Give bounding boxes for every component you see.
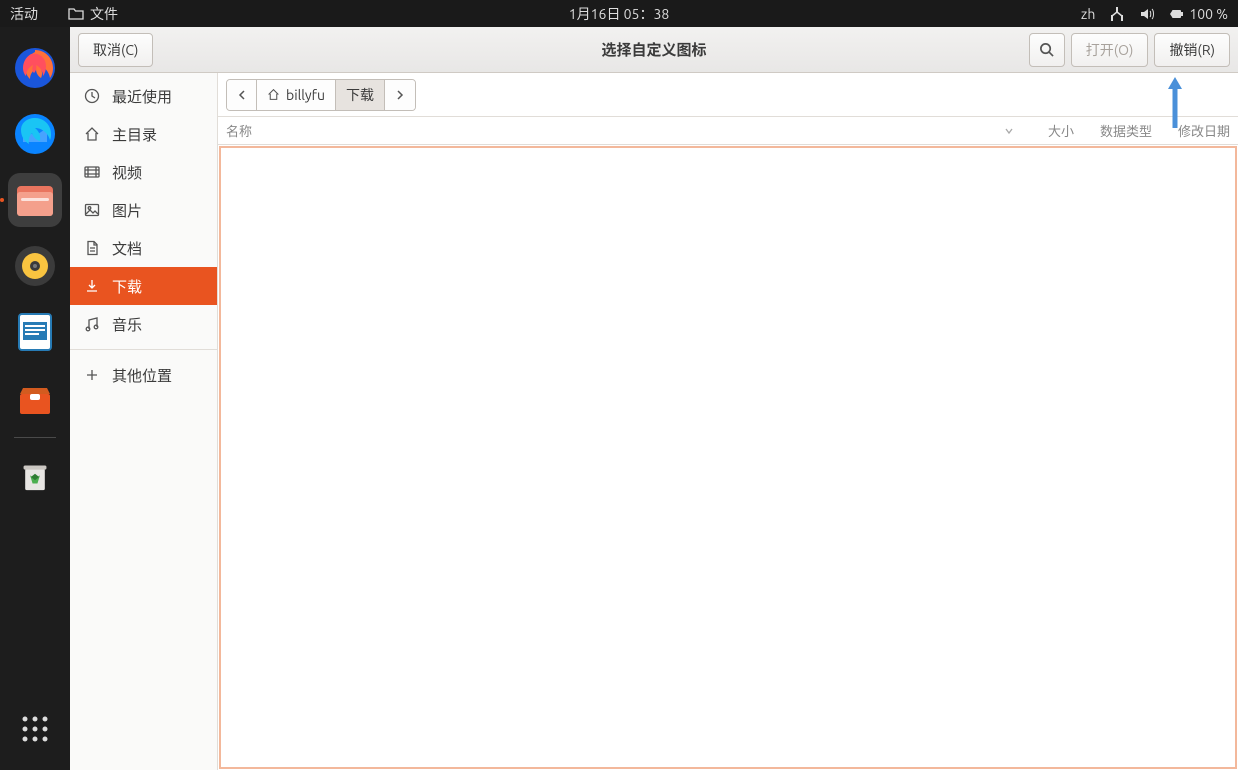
dialog-title: 选择自定义图标 <box>601 39 706 60</box>
main-pane: billyfu 下载 名称 大小 数据类型 修改日期 <box>218 73 1238 770</box>
home-icon <box>84 126 100 142</box>
column-date[interactable]: 修改日期 <box>1160 121 1230 140</box>
sidebar-item-videos[interactable]: 视频 <box>70 153 217 191</box>
video-icon <box>84 164 100 180</box>
dialog-header: 取消(C) 选择自定义图标 打开(O) 撤销(R) <box>70 27 1238 73</box>
sidebar-item-label: 音乐 <box>112 314 142 335</box>
sidebar-item-label: 视频 <box>112 162 142 183</box>
battery-icon <box>1169 6 1185 22</box>
path-current[interactable]: 下载 <box>336 80 385 110</box>
cancel-button[interactable]: 取消(C) <box>78 33 153 67</box>
sidebar-item-other[interactable]: 其他位置 <box>70 356 217 394</box>
sidebar-item-label: 文档 <box>112 238 142 259</box>
dock-separator <box>14 437 56 438</box>
app-menu-label: 文件 <box>90 4 118 24</box>
app-menu[interactable]: 文件 <box>68 4 118 24</box>
document-icon <box>84 240 100 256</box>
volume-icon[interactable] <box>1139 6 1155 22</box>
sidebar-item-label: 其他位置 <box>112 365 172 386</box>
sidebar-item-music[interactable]: 音乐 <box>70 305 217 343</box>
path-forward[interactable] <box>385 80 415 110</box>
sidebar-item-pictures[interactable]: 图片 <box>70 191 217 229</box>
path-back[interactable] <box>227 80 257 110</box>
folder-icon <box>68 6 84 22</box>
dock-firefox[interactable] <box>8 41 62 95</box>
file-chooser-dialog: 取消(C) 选择自定义图标 打开(O) 撤销(R) 最近使用 主目录 视频 <box>70 27 1238 770</box>
activities-button[interactable]: 活动 <box>10 4 38 24</box>
sidebar-item-recent[interactable]: 最近使用 <box>70 77 217 115</box>
path-group: billyfu 下载 <box>226 79 416 111</box>
path-home[interactable]: billyfu <box>257 80 336 110</box>
file-list-empty[interactable] <box>219 146 1237 769</box>
column-type[interactable]: 数据类型 <box>1082 121 1152 140</box>
sidebar-item-label: 主目录 <box>112 124 157 145</box>
battery-indicator[interactable]: 100 % <box>1169 6 1228 22</box>
column-size[interactable]: 大小 <box>1024 121 1074 140</box>
dock-thunderbird[interactable] <box>8 107 62 161</box>
battery-percent: 100 % <box>1189 6 1228 22</box>
plus-icon <box>84 367 100 383</box>
sort-desc-icon <box>1004 126 1014 136</box>
open-button[interactable]: 打开(O) <box>1071 33 1149 67</box>
column-name[interactable]: 名称 <box>226 121 1024 140</box>
dock-rhythmbox[interactable] <box>8 239 62 293</box>
sidebar-item-documents[interactable]: 文档 <box>70 229 217 267</box>
clock[interactable]: 1月16日 05：38 <box>569 4 669 24</box>
revert-button[interactable]: 撤销(R) <box>1154 33 1230 67</box>
sidebar-item-label: 下载 <box>112 276 142 297</box>
search-icon <box>1039 42 1054 57</box>
sidebar-item-downloads[interactable]: 下载 <box>70 267 217 305</box>
network-icon[interactable] <box>1109 6 1125 22</box>
dock-trash[interactable] <box>8 450 62 504</box>
column-name-label: 名称 <box>226 121 252 140</box>
sidebar-separator <box>70 349 217 350</box>
dock-software[interactable] <box>8 371 62 425</box>
search-button[interactable] <box>1029 33 1065 67</box>
dock-files[interactable] <box>8 173 62 227</box>
dock <box>0 27 70 770</box>
image-icon <box>84 202 100 218</box>
column-headers: 名称 大小 数据类型 修改日期 <box>218 117 1238 145</box>
clock-icon <box>84 88 100 104</box>
path-home-label: billyfu <box>286 87 325 103</box>
sidebar-item-label: 最近使用 <box>112 86 172 107</box>
dock-show-apps[interactable] <box>8 702 62 756</box>
chevron-right-icon <box>395 90 405 100</box>
dock-libreoffice-writer[interactable] <box>8 305 62 359</box>
path-current-label: 下载 <box>346 85 374 105</box>
sidebar-item-label: 图片 <box>112 200 142 221</box>
gnome-topbar: 活动 文件 1月16日 05：38 zh 100 % <box>0 0 1238 27</box>
input-method-indicator[interactable]: zh <box>1081 6 1095 22</box>
music-icon <box>84 316 100 332</box>
sidebar-item-home[interactable]: 主目录 <box>70 115 217 153</box>
places-sidebar: 最近使用 主目录 视频 图片 文档 下载 <box>70 73 218 770</box>
home-icon <box>267 88 280 101</box>
download-icon <box>84 278 100 294</box>
chevron-left-icon <box>237 90 247 100</box>
pathbar: billyfu 下载 <box>218 73 1238 117</box>
